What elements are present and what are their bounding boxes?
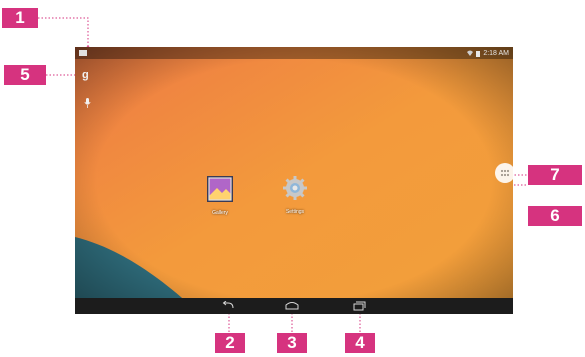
status-time: 2:18 AM (483, 49, 509, 57)
gallery-icon (207, 176, 233, 202)
app-settings[interactable]: Settings (278, 175, 312, 215)
app-label-gallery: Gallery (212, 210, 228, 216)
home-icon (285, 302, 299, 310)
back-button[interactable] (221, 301, 235, 311)
wifi-icon (467, 50, 474, 56)
battery-icon (476, 50, 481, 57)
status-bar[interactable]: 2:18 AM (75, 47, 513, 59)
microphone-icon[interactable] (84, 98, 91, 108)
app-drawer-icon (500, 169, 510, 177)
recents-button[interactable] (353, 301, 367, 311)
tablet-screen: 2:18 AM g Gallery Settings (75, 47, 513, 314)
leader-1 (38, 17, 89, 48)
app-gallery[interactable]: Gallery (203, 176, 237, 216)
google-search-button[interactable]: g (82, 69, 89, 81)
all-apps-button[interactable] (495, 163, 513, 183)
recents-icon (353, 301, 366, 311)
navigation-bar (75, 298, 513, 314)
settings-gear-icon (283, 176, 307, 200)
back-arrow-icon (222, 301, 234, 309)
notification-icon (79, 50, 87, 56)
home-button[interactable] (285, 301, 299, 311)
app-label-settings: Settings (285, 209, 305, 215)
